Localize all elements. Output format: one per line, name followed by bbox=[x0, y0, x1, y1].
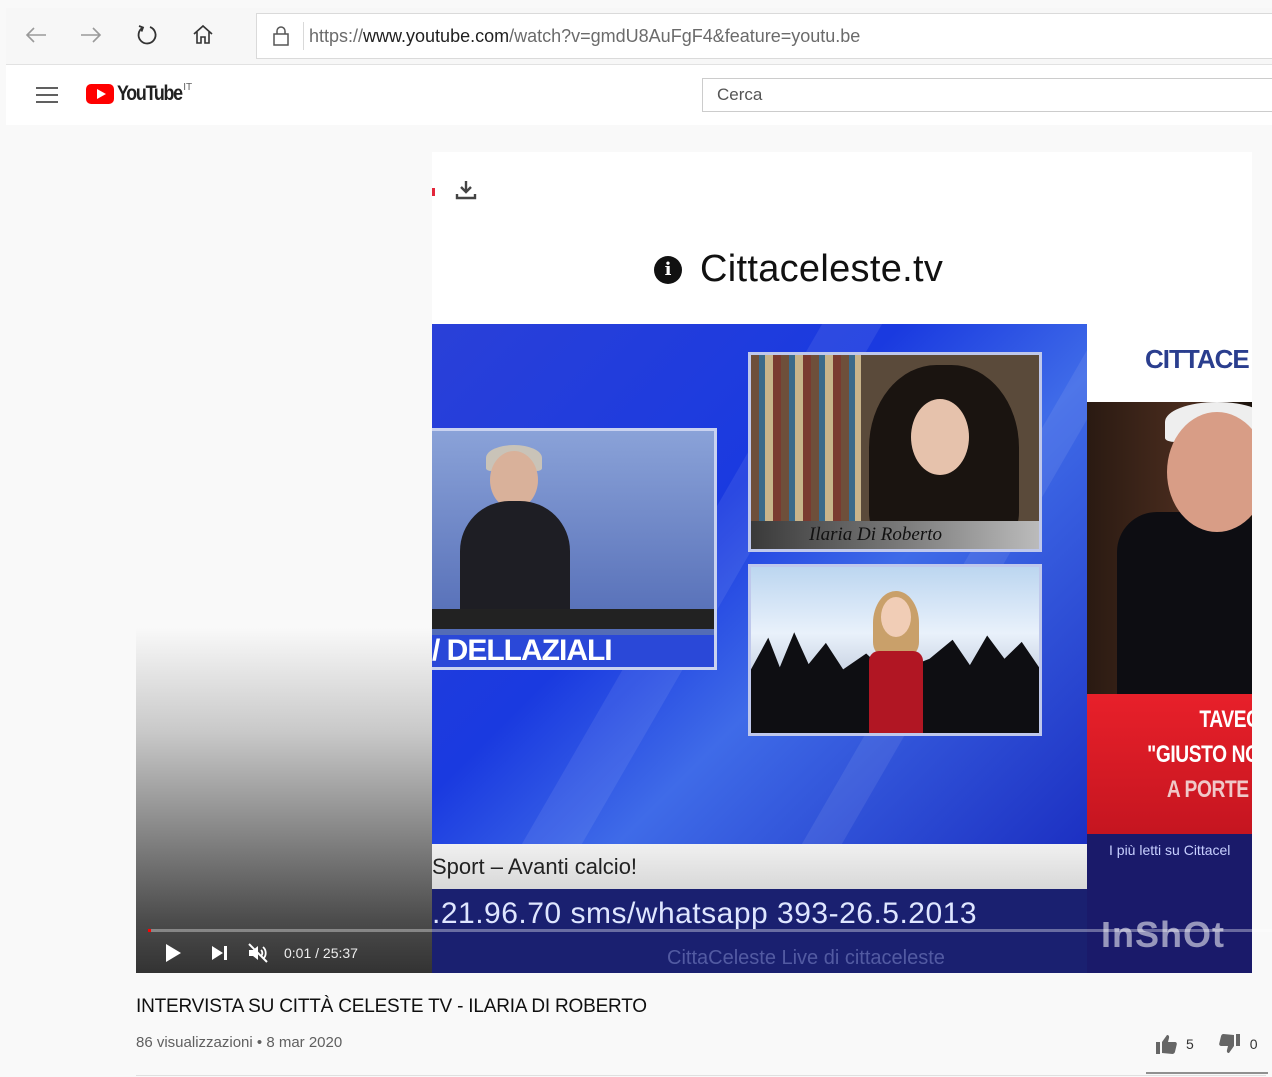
headline-line-1: TAVEC bbox=[1199, 706, 1252, 733]
youtube-logo[interactable]: YouTube IT bbox=[86, 82, 193, 105]
like-ratio-bar bbox=[1146, 1072, 1268, 1074]
upload-date: 8 mar 2020 bbox=[266, 1034, 343, 1051]
guest-face bbox=[911, 399, 969, 475]
video-player[interactable]: i Cittaceleste.tv / DELLAZIALI Ilaria Di… bbox=[136, 128, 1272, 973]
search-input[interactable] bbox=[715, 79, 1259, 111]
guest-name-caption: Ilaria Di Roberto bbox=[751, 521, 1039, 549]
presenter-video-panel bbox=[748, 564, 1042, 736]
hamburger-menu-icon[interactable] bbox=[36, 87, 58, 103]
url-path: /watch?v=gmdU8AuFgF4&feature=youtu.be bbox=[509, 26, 861, 46]
youtube-header: YouTube IT bbox=[6, 65, 1272, 125]
address-bar[interactable]: https://www.youtube.com/watch?v=gmdU8AuF… bbox=[256, 13, 1272, 59]
video-title: INTERVISTA SU CITTÀ CELESTE TV - ILARIA … bbox=[136, 996, 647, 1017]
muted-volume-icon[interactable] bbox=[246, 941, 270, 965]
thumbs-down-icon[interactable] bbox=[1218, 1033, 1242, 1055]
news-side-panel: CITTACE TAVEC "GIUSTO NO A PORTE ( I più… bbox=[1087, 324, 1252, 973]
headline-box: TAVEC "GIUSTO NO A PORTE ( bbox=[1087, 694, 1252, 834]
time-display: 0:01 / 25:37 bbox=[284, 945, 358, 961]
headline-line-3: A PORTE ( bbox=[1167, 776, 1252, 803]
search-box bbox=[702, 78, 1272, 112]
side-logo: CITTACE bbox=[1145, 344, 1250, 374]
channel-title: Cittaceleste.tv bbox=[700, 248, 944, 290]
reload-icon[interactable] bbox=[132, 20, 162, 50]
url-host: www.youtube.com bbox=[363, 26, 510, 46]
progress-bar[interactable] bbox=[148, 929, 1272, 932]
tv-broadcast: / DELLAZIALI Ilaria Di Roberto CITTACE T… bbox=[432, 324, 1252, 973]
most-read-label: I più letti su Cittacel bbox=[1109, 842, 1231, 858]
presenter bbox=[869, 591, 923, 733]
country-code: IT bbox=[183, 82, 193, 93]
guest-video-panel: Ilaria Di Roberto bbox=[748, 352, 1042, 552]
video-frame[interactable]: i Cittaceleste.tv / DELLAZIALI Ilaria Di… bbox=[432, 152, 1252, 973]
view-count: 86 visualizzazioni bbox=[136, 1034, 253, 1051]
play-icon[interactable] bbox=[166, 944, 181, 962]
meta-separator: • bbox=[252, 1034, 267, 1051]
red-mark bbox=[432, 188, 435, 196]
dislike-count: 0 bbox=[1249, 1036, 1258, 1052]
next-icon[interactable] bbox=[212, 944, 230, 962]
download-icon bbox=[455, 181, 477, 200]
youtube-wordmark: YouTube bbox=[117, 82, 183, 105]
bookshelf bbox=[751, 355, 861, 549]
video-meta: 86 visualizzazioni • 8 mar 2020 bbox=[136, 1034, 342, 1051]
host-body bbox=[460, 501, 570, 621]
home-icon[interactable] bbox=[188, 20, 218, 50]
url-prefix: https:// bbox=[309, 26, 364, 46]
browser-toolbar: https://www.youtube.com/watch?v=gmdU8AuF… bbox=[6, 8, 1272, 65]
side-photo bbox=[1087, 402, 1252, 694]
divider bbox=[136, 1075, 1266, 1076]
url-text[interactable]: https://www.youtube.com/watch?v=gmdU8AuF… bbox=[309, 26, 860, 47]
back-arrow-icon[interactable] bbox=[21, 20, 51, 50]
like-dislike-bar: 5 0 bbox=[1154, 1033, 1258, 1055]
lock-icon[interactable] bbox=[271, 25, 291, 47]
forward-arrow-icon[interactable] bbox=[76, 20, 106, 50]
info-icon: i bbox=[654, 255, 682, 284]
progress-played bbox=[148, 929, 151, 932]
headline-line-2: "GIUSTO NO bbox=[1147, 741, 1253, 768]
host-video-panel: / DELLAZIALI bbox=[432, 428, 717, 670]
youtube-play-logo-icon bbox=[86, 84, 114, 104]
player-shadow bbox=[136, 628, 432, 973]
channel-header: i Cittaceleste.tv bbox=[654, 248, 943, 291]
like-count: 5 bbox=[1186, 1036, 1194, 1052]
ticker-contact-text: .21.96.70 sms/whatsapp 393-26.5.2013 bbox=[432, 897, 978, 930]
ticker-top-text: Sport – Avanti calcio! bbox=[432, 854, 638, 879]
ticker-top: Sport – Avanti calcio! bbox=[432, 844, 1087, 889]
host-caption: / DELLAZIALI bbox=[432, 635, 714, 667]
thumbs-up-icon[interactable] bbox=[1154, 1033, 1178, 1055]
address-separator bbox=[303, 22, 304, 50]
player-controls: 0:01 / 25:37 bbox=[136, 934, 1272, 973]
